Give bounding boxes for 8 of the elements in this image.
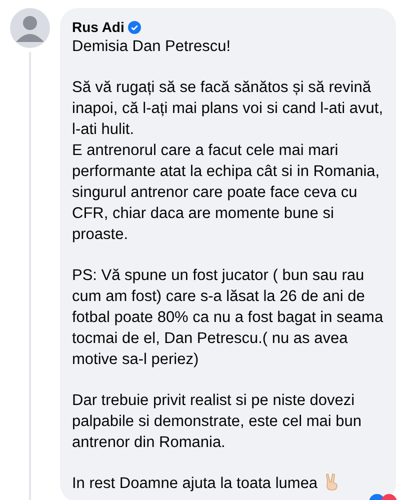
comment-text: Să vă rugați să se facă sănătos și să revină inapoi, că l-ați mai plans voi si cand l-ati avut, l-ati hulit. E antrenorul care a facut cele mai mari performante atat la echipa cât si in Romania, singurul antrenor care poate face ceva cu CFR, chiar daca are momente bune si proaste. <box>72 78 384 245</box>
avatar[interactable] <box>10 8 50 48</box>
comment-text: PS: Vă spune un fost jucator ( bun sau rau cum am fost) care s-a lăsat la 26 de ani de fotbal poate 80% ca nu a fost bagat in seama tocmai de el, Dan Petrescu.( nu as avea motive sa-l periez) <box>72 266 384 370</box>
victory-hand-icon <box>324 473 340 491</box>
comment-text: In rest Doamne ajuta la toata lumea <box>72 473 384 494</box>
comment-text: Demisia Dan Petrescu! <box>72 37 232 57</box>
comment-text: Dar trebuie privit realist si pe niste dovezi palpabile si demonstrate, este cel mai bun antrenor din Romania. <box>72 391 362 453</box>
author-name[interactable]: Rus Adi <box>72 18 124 36</box>
